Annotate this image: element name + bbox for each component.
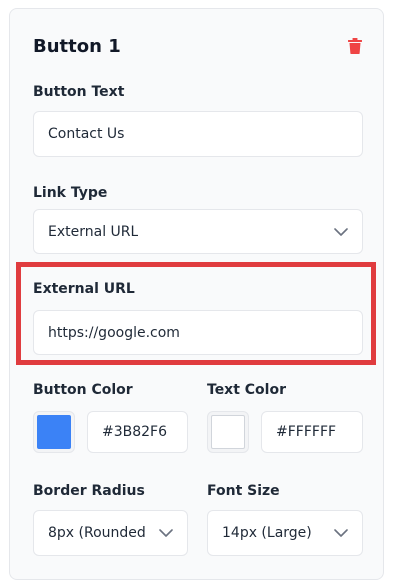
- button-color-hex-value[interactable]: [102, 424, 173, 440]
- external-url-highlight-box: [16, 262, 376, 365]
- button-text-label: Button Text: [33, 84, 125, 100]
- panel-title: Button 1: [33, 36, 121, 57]
- chevron-down-icon: [159, 529, 173, 537]
- button-color-hex-input[interactable]: [87, 411, 188, 453]
- chevron-down-icon: [334, 227, 348, 236]
- link-type-selected: External URL: [48, 223, 139, 240]
- text-color-hex-input[interactable]: [261, 411, 363, 453]
- font-size-selected: 14px (Large): [222, 525, 312, 541]
- text-color-label: Text Color: [207, 382, 286, 398]
- button-color-swatch[interactable]: [33, 411, 75, 453]
- link-type-label: Link Type: [33, 185, 108, 201]
- border-radius-select[interactable]: 8px (Rounded: [33, 510, 188, 556]
- text-color-swatch-fill: [211, 415, 245, 449]
- trash-icon[interactable]: [346, 37, 364, 55]
- text-color-hex-value[interactable]: [276, 424, 348, 440]
- border-radius-selected: 8px (Rounded: [48, 525, 145, 541]
- button-color-label: Button Color: [33, 382, 133, 398]
- button-color-swatch-fill: [37, 415, 71, 449]
- link-type-select[interactable]: External URL: [33, 209, 363, 254]
- font-size-select[interactable]: 14px (Large): [207, 510, 363, 556]
- border-radius-label: Border Radius: [33, 483, 145, 499]
- button-text-value[interactable]: [48, 126, 348, 142]
- text-color-swatch[interactable]: [207, 411, 249, 453]
- button-text-input[interactable]: [33, 111, 363, 157]
- font-size-label: Font Size: [207, 483, 280, 499]
- chevron-down-icon: [334, 529, 348, 537]
